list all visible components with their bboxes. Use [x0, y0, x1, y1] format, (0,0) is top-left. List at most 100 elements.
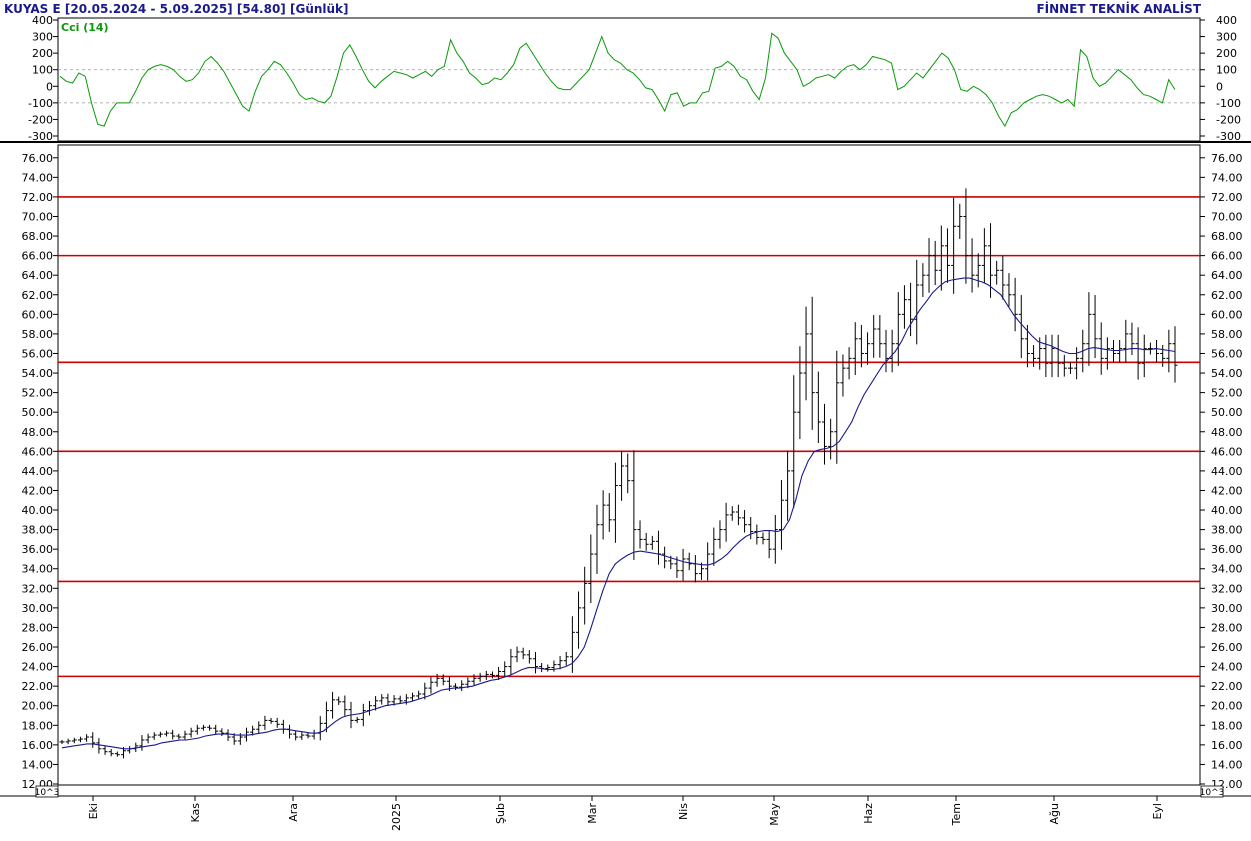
price-tick-left: 28.00	[22, 621, 54, 634]
price-tick-right: 62.00	[1211, 289, 1243, 302]
price-tick-right: 18.00	[1211, 719, 1243, 732]
price-tick-right: 44.00	[1211, 465, 1243, 478]
price-tick-left: 30.00	[22, 602, 54, 615]
chart-canvas: 400 300 200 100 0 -100 -200 -300 400 300 200 100 0 -…	[0, 14, 1251, 831]
price-tick-left: 62.00	[22, 289, 54, 302]
price-tick-right: 50.00	[1211, 406, 1243, 419]
date-range: [20.05.2024 - 5.09.2025]	[64, 2, 233, 16]
price-tick-right: 56.00	[1211, 347, 1243, 360]
x-label: Kas	[189, 803, 202, 823]
price-tick-right: 72.00	[1211, 191, 1243, 204]
cci-tick-right: 400	[1216, 14, 1237, 27]
price-tick-right: 70.00	[1211, 210, 1243, 223]
price-tick-left: 26.00	[22, 641, 54, 654]
x-label: Ağu	[1048, 803, 1061, 824]
cci-tick-left: -200	[28, 113, 53, 126]
price-tick-left: 76.00	[22, 152, 54, 165]
x-label: Eki	[87, 803, 100, 819]
cci-tick-left: 200	[32, 47, 53, 60]
price-tick-left: 56.00	[22, 347, 54, 360]
x-label: Şub	[494, 803, 507, 824]
price-tick-left: 20.00	[22, 700, 54, 713]
cci-tick-left: 0	[46, 80, 53, 93]
cci-tick-right: 200	[1216, 47, 1237, 60]
cci-panel	[57, 17, 1201, 142]
price-axis-right: 76.00 74.00 72.00 70.00 68.00 66.00 64.00 62.00…	[1200, 152, 1243, 791]
price-tick-right: 40.00	[1211, 504, 1243, 517]
x-label: Tem	[950, 803, 963, 826]
time-axis-labels: Eki Kas Ara 2025 Şub Mar Nis May Haz Tem Ağu Eyl	[87, 796, 1164, 831]
price-tick-right: 38.00	[1211, 524, 1243, 537]
price-tick-right: 26.00	[1211, 641, 1243, 654]
price-tick-left: 32.00	[22, 582, 54, 595]
cci-tick-right: -100	[1216, 97, 1241, 110]
price-tick-left: 48.00	[22, 426, 54, 439]
cci-tick-left: -100	[28, 97, 53, 110]
price-tick-left: 36.00	[22, 543, 54, 556]
symbol-name: KUYAS E	[4, 2, 61, 16]
price-tick-right: 48.00	[1211, 426, 1243, 439]
price-tick-left: 54.00	[22, 367, 54, 380]
x-label: Mar	[586, 803, 599, 824]
price-tick-right: 52.00	[1211, 387, 1243, 400]
price-tick-right: 68.00	[1211, 230, 1243, 243]
price-tick-left: 40.00	[22, 504, 54, 517]
cci-tick-right: 300	[1216, 31, 1237, 44]
price-tick-left: 72.00	[22, 191, 54, 204]
price-tick-left: 14.00	[22, 758, 54, 771]
price-tick-left: 22.00	[22, 680, 54, 693]
price-tick-right: 24.00	[1211, 661, 1243, 674]
price-tick-left: 60.00	[22, 308, 54, 321]
symbol-header: KUYAS E [20.05.2024 - 5.09.2025] [54.80]…	[4, 2, 349, 16]
x-label: Haz	[862, 803, 875, 824]
price-tick-right: 20.00	[1211, 700, 1243, 713]
price-tick-left: 70.00	[22, 210, 54, 223]
cci-tick-left: 300	[32, 31, 53, 44]
x-label: May	[768, 803, 781, 826]
cci-tick-right: -200	[1216, 113, 1241, 126]
cci-legend: Cci (14)	[61, 21, 109, 34]
price-tick-left: 74.00	[22, 171, 54, 184]
price-tick-left: 34.00	[22, 563, 54, 576]
price-tick-left: 66.00	[22, 250, 54, 263]
last-price: [54.80]	[236, 2, 286, 16]
cci-tick-right: 0	[1216, 80, 1223, 93]
price-tick-right: 54.00	[1211, 367, 1243, 380]
price-tick-left: 16.00	[22, 739, 54, 752]
price-tick-left: 46.00	[22, 445, 54, 458]
price-tick-right: 14.00	[1211, 758, 1243, 771]
price-tick-right: 74.00	[1211, 171, 1243, 184]
price-tick-left: 64.00	[22, 269, 54, 282]
scale-note-right: 10^3	[1200, 788, 1225, 798]
cci-tick-right: 100	[1216, 64, 1237, 77]
price-tick-left: 24.00	[22, 661, 54, 674]
price-tick-left: 44.00	[22, 465, 54, 478]
price-tick-left: 68.00	[22, 230, 54, 243]
price-tick-right: 76.00	[1211, 152, 1243, 165]
price-tick-right: 34.00	[1211, 563, 1243, 576]
cci-tick-left: -300	[28, 130, 53, 143]
price-tick-right: 42.00	[1211, 484, 1243, 497]
x-label: Nis	[677, 803, 690, 820]
cci-axis-right: 400 300 200 100 0 -100 -200 -300	[1200, 14, 1241, 143]
price-tick-left: 38.00	[22, 524, 54, 537]
price-tick-left: 18.00	[22, 719, 54, 732]
price-tick-right: 60.00	[1211, 308, 1243, 321]
price-tick-left: 50.00	[22, 406, 54, 419]
price-tick-left: 52.00	[22, 387, 54, 400]
period-label: [Günlük]	[289, 2, 349, 16]
price-tick-right: 22.00	[1211, 680, 1243, 693]
price-tick-right: 28.00	[1211, 621, 1243, 634]
cci-axis-left: 4003002001000-100-200-300	[28, 14, 58, 143]
price-axis-left: 76.00 74.00 72.00 70.00 68.00 66.00 64.00 62.00…	[22, 152, 58, 791]
price-tick-right: 16.00	[1211, 739, 1243, 752]
price-tick-right: 58.00	[1211, 328, 1243, 341]
price-tick-right: 32.00	[1211, 582, 1243, 595]
price-tick-right: 30.00	[1211, 602, 1243, 615]
price-tick-right: 64.00	[1211, 269, 1243, 282]
price-panel	[57, 144, 1201, 786]
price-tick-right: 66.00	[1211, 250, 1243, 263]
x-label: 2025	[390, 803, 403, 831]
price-tick-right: 36.00	[1211, 543, 1243, 556]
price-tick-left: 42.00	[22, 484, 54, 497]
